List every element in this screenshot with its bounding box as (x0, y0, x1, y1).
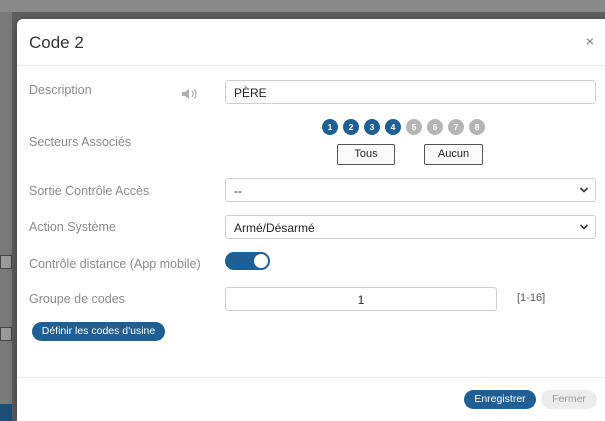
sector-1[interactable]: 1 (322, 119, 338, 135)
access-output-label: Sortie Contrôle Accès (29, 184, 150, 198)
speaker-icon[interactable] (181, 88, 201, 100)
sector-8[interactable]: 8 (469, 119, 485, 135)
access-output-select[interactable]: -- (225, 178, 596, 202)
background-page-left (0, 12, 12, 421)
chevron-down-icon (579, 187, 589, 193)
select-none-button[interactable]: Aucun (424, 144, 483, 165)
sectors-label: Secteurs Associés (29, 135, 132, 149)
system-action-select[interactable]: Armé/Désarmé (225, 215, 596, 239)
sector-3[interactable]: 3 (364, 119, 380, 135)
toggle-knob (254, 254, 268, 268)
dialog-header: Code 2 × (17, 19, 605, 66)
factory-codes-button[interactable]: Définir les codes d'usine (32, 322, 165, 341)
background-page-top (0, 0, 605, 12)
remote-control-label: Contrôle distance (App mobile) (29, 257, 201, 271)
footer-divider (17, 377, 605, 378)
remote-control-toggle[interactable] (225, 252, 270, 270)
sector-2[interactable]: 2 (343, 119, 359, 135)
sector-7[interactable]: 7 (448, 119, 464, 135)
select-all-button[interactable]: Tous (337, 144, 395, 165)
access-output-value: -- (234, 184, 242, 198)
code-group-field[interactable]: 1 (225, 287, 497, 311)
background-fragment (0, 404, 12, 421)
code-group-range: [1-16] (517, 292, 546, 304)
chevron-down-icon (579, 224, 589, 230)
background-fragment (0, 255, 12, 269)
system-action-value: Armé/Désarmé (234, 221, 315, 235)
close-button[interactable]: Fermer (541, 390, 597, 409)
save-button[interactable]: Enregistrer (464, 390, 536, 409)
background-fragment (0, 327, 12, 341)
close-icon[interactable]: × (586, 33, 594, 49)
dialog-title: Code 2 (29, 33, 84, 52)
sector-4[interactable]: 4 (385, 119, 401, 135)
sector-5[interactable]: 5 (406, 119, 422, 135)
code-group-label: Groupe de codes (29, 292, 125, 306)
description-field[interactable]: PÈRE (225, 80, 596, 104)
sector-6[interactable]: 6 (427, 119, 443, 135)
system-action-label: Action Système (29, 220, 116, 234)
code-dialog: Code 2 × Description PÈRE Secteurs Assoc… (17, 19, 605, 421)
description-label: Description (29, 83, 92, 97)
